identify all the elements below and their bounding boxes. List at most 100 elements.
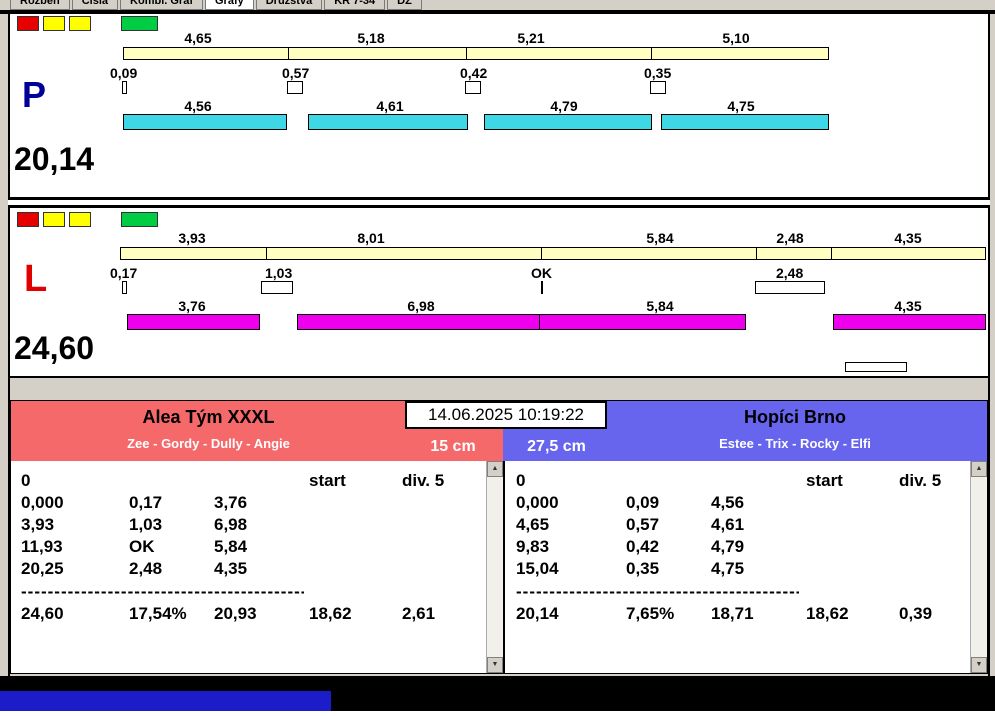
table-cell: 11,93 <box>21 537 63 556</box>
change-time-label: 0,09 <box>110 65 138 81</box>
table-cell: 0,000 <box>21 493 64 512</box>
table-cell: 18,62 <box>806 604 849 623</box>
left-table-scrollbar[interactable]: ▲ ▼ <box>486 461 503 673</box>
scroll-up-icon[interactable]: ▲ <box>971 461 987 477</box>
dog-time-label: 4,61 <box>376 98 404 114</box>
scroll-down-icon[interactable]: ▼ <box>971 657 987 673</box>
leg-divider-tick <box>651 48 652 59</box>
right-table-scrollbar[interactable]: ▲ ▼ <box>970 461 987 673</box>
table-cell: 0,35 <box>626 559 660 578</box>
team-right-jump-height: 27,5 cm <box>527 438 586 455</box>
table-cell: 3,93 <box>21 515 55 534</box>
tab-kr-7-34[interactable]: KR 7-34 <box>324 0 386 10</box>
status-light-yellow-2 <box>69 16 91 31</box>
change-marker-tick <box>541 281 543 294</box>
dog-time-label: 4,35 <box>894 298 922 314</box>
table-cell: 20,25 <box>21 559 64 578</box>
table-separator: ----------------------------------------… <box>516 582 799 601</box>
right-frame-border <box>988 10 990 676</box>
table-cell: 15,04 <box>516 559 559 578</box>
tab-rozbeh[interactable]: Rozběh <box>10 0 70 10</box>
table-cell: 4,35 <box>214 559 248 578</box>
table-cell: 0,42 <box>626 537 660 556</box>
status-light-red <box>17 212 39 227</box>
table-cell: 0,09 <box>626 493 660 512</box>
dog-time-bar <box>539 314 746 330</box>
leg-time-label: 2,48 <box>776 230 804 246</box>
leg-time-label: 4,65 <box>184 30 212 46</box>
dog-time-label: 4,75 <box>727 98 755 114</box>
table-cell: 20,93 <box>214 604 257 623</box>
scroll-down-icon[interactable]: ▼ <box>487 657 503 673</box>
table-cell: 18,62 <box>309 604 352 623</box>
status-light-green <box>121 16 158 31</box>
leg-time-label: 8,01 <box>357 230 385 246</box>
tab-cisla[interactable]: Čísla <box>71 0 119 10</box>
table-cell: 4,56 <box>711 493 745 512</box>
team-left-jump-height: 15 cm <box>430 438 476 455</box>
change-marker-box <box>287 81 303 94</box>
change-marker-box <box>650 81 666 94</box>
lane-label: P <box>22 74 47 115</box>
table-cell: 0,39 <box>899 604 933 623</box>
leg-progress-bar <box>120 247 986 260</box>
table-cell: OK <box>129 537 155 556</box>
team-left-lineup: Zee - Gordy - Dully - Angie <box>127 436 290 451</box>
leg-divider-tick <box>266 248 267 259</box>
table-cell: 4,61 <box>711 515 745 534</box>
tab-bar: Rozběh Čísla Kombi. Graf Grafy Družstva … <box>10 0 422 10</box>
table-cell: 3,76 <box>214 493 248 512</box>
table-cell: 20,14 <box>516 604 559 623</box>
change-marker-box <box>465 81 481 94</box>
dog-time-bar <box>123 114 287 130</box>
tab-druzstva[interactable]: Družstva <box>255 0 323 10</box>
change-time-label: OK <box>531 265 552 281</box>
change-time-label: 2,48 <box>776 265 804 281</box>
lane-total-time: 24,60 <box>14 330 95 366</box>
footer-white-strip <box>0 711 995 716</box>
dog-time-bar <box>127 314 260 330</box>
dog-time-bar <box>484 114 652 130</box>
dog-time-label: 5,84 <box>646 298 674 314</box>
table-cell: div. 5 <box>402 471 445 490</box>
lane-l-panel: 3,93 8,01 5,84 2,48 4,35 0,17 1,03 OK 2,… <box>10 208 988 376</box>
team-right-name: Hopíci Brno <box>744 407 846 427</box>
table-cell: div. 5 <box>899 471 942 490</box>
change-time-label: 0,57 <box>282 65 310 81</box>
change-time-label: 0,17 <box>110 265 138 281</box>
leg-time-label: 5,84 <box>646 230 674 246</box>
dog-time-bar <box>308 114 468 130</box>
status-light-yellow-1 <box>43 212 65 227</box>
leg-divider-tick <box>541 248 542 259</box>
dog-time-label: 4,56 <box>184 98 212 114</box>
table-separator: ----------------------------------------… <box>21 582 304 601</box>
dog-time-label: 3,76 <box>178 298 206 314</box>
leg-divider-tick <box>288 48 289 59</box>
lane-label: L <box>24 258 48 300</box>
lane-l-bottom-line <box>8 376 990 378</box>
tab-grafy[interactable]: Grafy <box>204 0 254 10</box>
table-cell: 4,65 <box>516 515 550 534</box>
table-cell: 4,75 <box>711 559 745 578</box>
scroll-up-icon[interactable]: ▲ <box>487 461 503 477</box>
table-cell: 0,57 <box>626 515 660 534</box>
leg-progress-bar <box>123 47 829 60</box>
lane-separator <box>8 197 990 208</box>
tab-kombi-graf[interactable]: Kombi. Graf <box>120 0 203 10</box>
table-cell: 7,65% <box>626 604 675 623</box>
change-marker-box <box>261 281 293 294</box>
table-cell: 18,71 <box>711 604 754 623</box>
table-cell: 9,83 <box>516 537 550 556</box>
dog-time-label: 4,79 <box>550 98 578 114</box>
change-time-label: 0,35 <box>644 65 672 81</box>
marker-box-small <box>845 362 907 372</box>
leg-divider-tick <box>756 248 757 259</box>
table-cell: 0 <box>21 471 31 490</box>
leg-time-label: 5,21 <box>517 30 545 46</box>
team-right-lineup: Estee - Trix - Rocky - Elfi <box>719 436 871 451</box>
tab-dz[interactable]: DZ <box>387 0 422 10</box>
table-cell: 6,98 <box>214 515 248 534</box>
dog-time-bar <box>833 314 986 330</box>
table-cell: 0 <box>516 471 526 490</box>
table-cell: 0,17 <box>129 493 163 512</box>
